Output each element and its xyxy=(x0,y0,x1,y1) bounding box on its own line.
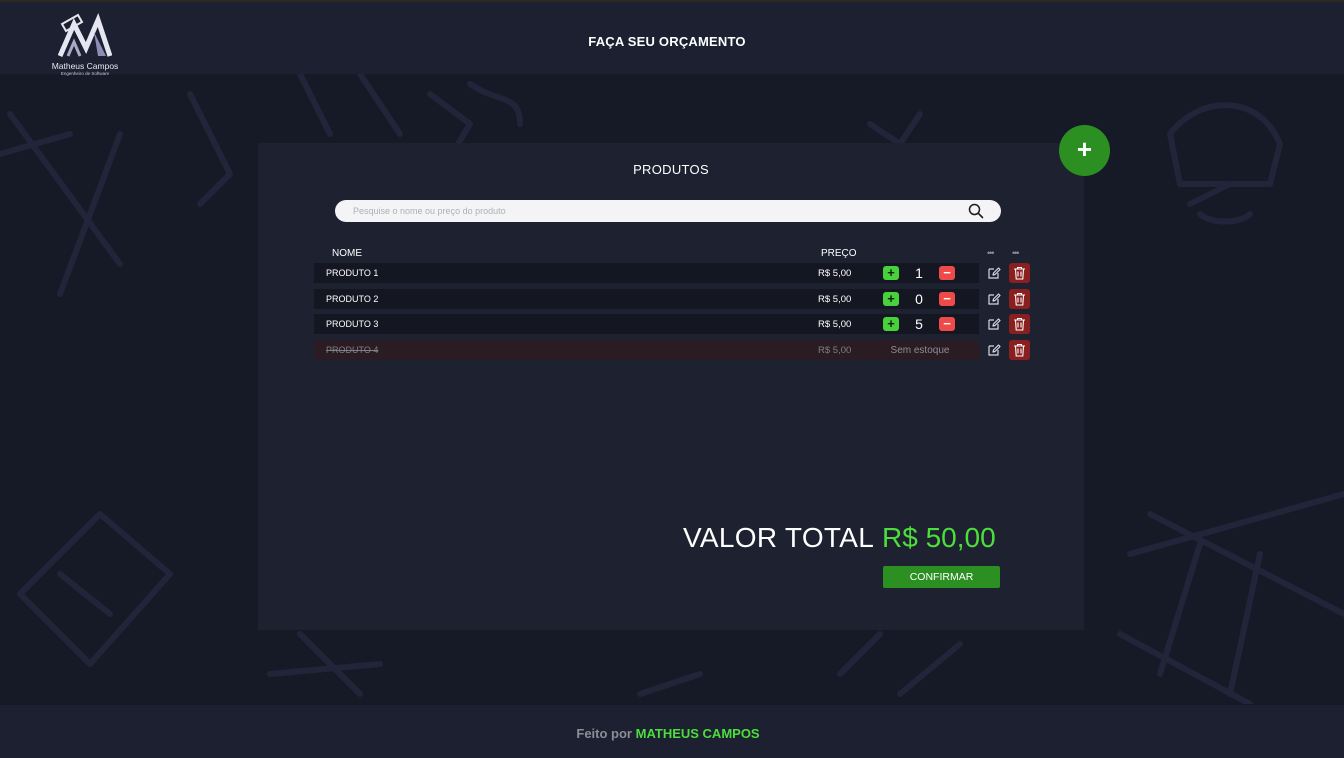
decrease-quantity-button[interactable]: − xyxy=(939,265,955,280)
product-name: PRODUTO 4 xyxy=(326,345,379,355)
product-price: R$ 5,00 xyxy=(818,319,852,330)
total-label: VALOR TOTAL xyxy=(683,522,875,553)
trash-icon xyxy=(1014,317,1025,331)
search-icon[interactable] xyxy=(968,203,984,219)
page-title: FAÇA SEU ORÇAMENTO xyxy=(588,34,746,49)
increase-quantity-button[interactable]: + xyxy=(883,291,899,306)
footer-author-link[interactable]: MATHEUS CAMPOS xyxy=(636,726,760,741)
quantity-value: 0 xyxy=(915,291,923,307)
product-name: PRODUTO 2 xyxy=(326,294,379,304)
edit-icon[interactable] xyxy=(986,265,1002,281)
product-price: R$ 5,00 xyxy=(818,294,852,305)
minus-icon: − xyxy=(943,291,951,306)
table-row: PRODUTO 1 R$ 5,00 + 1 − xyxy=(314,263,979,283)
out-of-stock-label: Sem estoque xyxy=(890,345,950,356)
product-name: PRODUTO 1 xyxy=(326,268,379,278)
column-header-edit: ••• xyxy=(987,248,995,258)
edit-icon[interactable] xyxy=(986,342,1002,358)
trash-icon xyxy=(1014,292,1025,306)
app-footer: Feito por MATHEUS CAMPOS xyxy=(0,705,1344,758)
minus-icon: − xyxy=(943,316,951,331)
trash-icon xyxy=(1014,343,1025,357)
increase-quantity-button[interactable]: + xyxy=(883,265,899,280)
delete-button[interactable] xyxy=(1009,314,1030,334)
search-bar xyxy=(335,200,1001,222)
footer-prefix: Feito por xyxy=(576,726,632,741)
decrease-quantity-button[interactable]: − xyxy=(939,291,955,306)
delete-button[interactable] xyxy=(1009,340,1030,360)
confirm-button[interactable]: CONFIRMAR xyxy=(883,566,1000,588)
product-price: R$ 5,00 xyxy=(818,345,852,356)
app-header: Matheus Campos Engenheiro de Software FA… xyxy=(0,2,1344,76)
search-input[interactable] xyxy=(353,203,953,219)
table-row: PRODUTO 3 R$ 5,00 + 5 − xyxy=(314,314,979,334)
trash-icon xyxy=(1014,266,1025,280)
plus-icon: + xyxy=(1076,134,1093,164)
table-row-out-of-stock: PRODUTO 4 R$ 5,00 Sem estoque xyxy=(314,340,979,360)
column-header-name: NOME xyxy=(332,248,362,259)
plus-icon: + xyxy=(887,316,895,331)
plus-icon: + xyxy=(887,291,895,306)
edit-icon[interactable] xyxy=(986,316,1002,332)
increase-quantity-button[interactable]: + xyxy=(883,316,899,331)
column-header-price: PREÇO xyxy=(821,248,857,259)
delete-button[interactable] xyxy=(1009,263,1030,283)
logo-name: Matheus Campos xyxy=(51,61,119,71)
quantity-value: 1 xyxy=(915,265,923,281)
products-title: PRODUTOS xyxy=(633,162,709,177)
table-row: PRODUTO 2 R$ 5,00 + 0 − xyxy=(314,289,979,309)
product-price: R$ 5,00 xyxy=(818,268,852,279)
column-header-delete: ••• xyxy=(1012,248,1020,258)
delete-button[interactable] xyxy=(1009,289,1030,309)
footer-credit: Feito por MATHEUS CAMPOS xyxy=(0,726,1336,741)
total-value: R$ 50,00 xyxy=(882,522,996,553)
decrease-quantity-button[interactable]: − xyxy=(939,316,955,331)
minus-icon: − xyxy=(943,265,951,280)
product-name: PRODUTO 3 xyxy=(326,319,379,329)
edit-icon[interactable] xyxy=(986,291,1002,307)
plus-icon: + xyxy=(887,265,895,280)
quantity-value: 5 xyxy=(915,316,923,332)
